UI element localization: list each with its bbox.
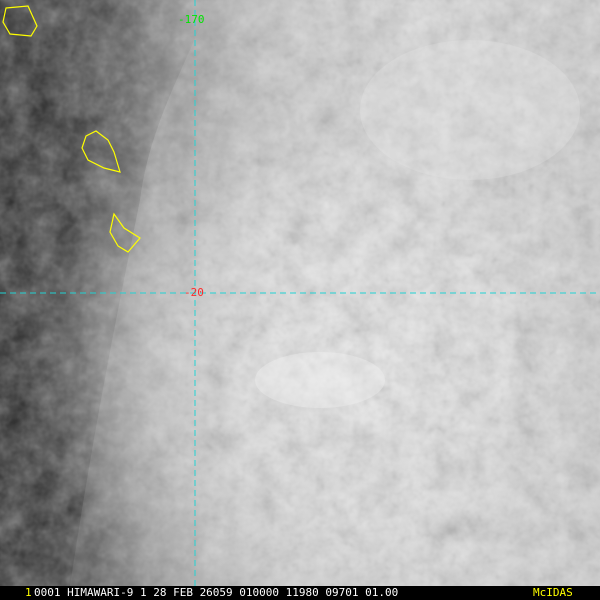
latitude-label: -20 [184,286,204,299]
satellite-viewer: -170 -20 1 0001 HIMAWARI-9 1 28 FEB 2605… [0,0,600,600]
image-info-bar: 1 0001 HIMAWARI-9 1 28 FEB 26059 010000 … [0,586,600,600]
frame-index: 1 [25,586,32,599]
longitude-label: -170 [178,13,205,26]
sensor-info: 0001 HIMAWARI-9 1 28 FEB 26059 010000 11… [34,586,399,599]
brand-label: McIDAS [533,586,573,599]
satellite-image [0,0,600,586]
